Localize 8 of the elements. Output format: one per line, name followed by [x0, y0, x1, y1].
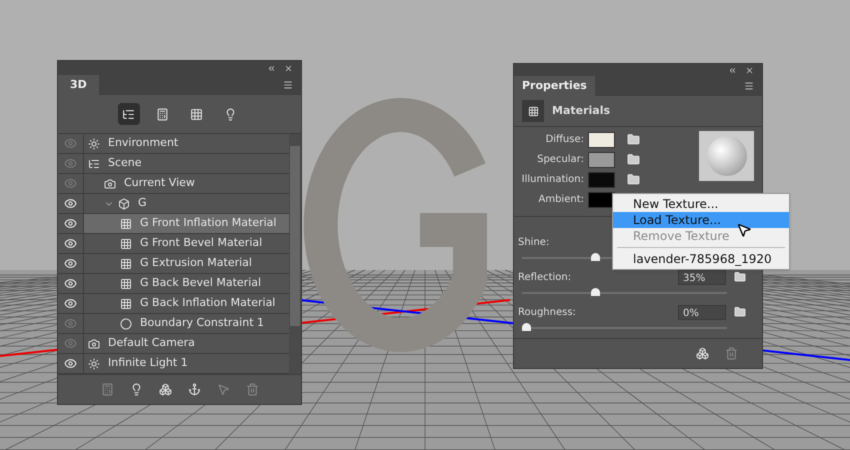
swatch-label: Ambient:: [538, 193, 584, 207]
slider-label: Roughness:: [518, 306, 576, 320]
slider-label: Reflection:: [518, 270, 572, 284]
section-title: Materials: [552, 102, 610, 119]
swatch-label: Illumination:: [520, 173, 584, 187]
swatch-label: Specular:: [536, 153, 584, 167]
swatch-label: Diffuse:: [544, 133, 584, 147]
slider-label: Shine:: [518, 236, 550, 250]
